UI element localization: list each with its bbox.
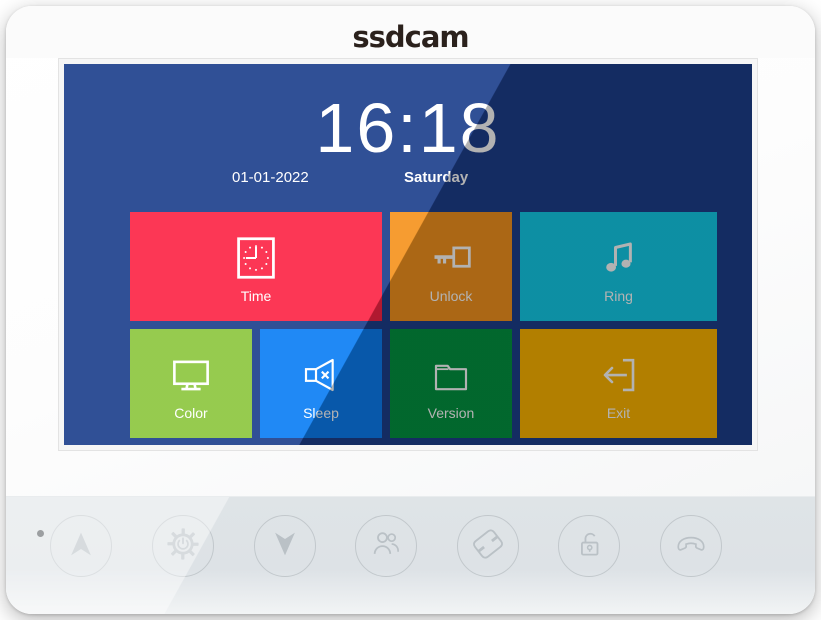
control-panel	[6, 496, 815, 614]
tile-label-version: Version	[427, 404, 475, 421]
tile-exit[interactable]: Exit	[520, 329, 717, 438]
exit-arrow-icon	[598, 347, 640, 403]
tile-label-exit: Exit	[606, 404, 631, 421]
tile-label-ring: Ring	[604, 287, 633, 304]
tile-sleep[interactable]: Sleep	[260, 329, 382, 438]
phone-hangup-icon	[674, 527, 708, 566]
panel-button-contacts[interactable]	[355, 515, 417, 577]
tile-row-1: Time Unlock Ring	[64, 212, 752, 321]
clock-icon	[234, 230, 278, 286]
speaker-mute-icon	[301, 347, 341, 403]
gear-power-icon	[166, 527, 200, 566]
panel-button-menu[interactable]	[152, 515, 214, 577]
tile-label-color: Color	[174, 404, 208, 421]
brand-logo: ssdcam	[352, 20, 469, 54]
intercom-monitor-device: ssdcam 16:18 01-01-2022 Saturday Time Unl…	[6, 6, 815, 614]
key-icon	[429, 230, 473, 286]
clock-time: 16:18	[315, 89, 501, 167]
panel-button-down[interactable]	[254, 515, 316, 577]
lcd-screen-bezel: 16:18 01-01-2022 Saturday Time Unlock Ring…	[58, 58, 758, 451]
panel-button-up[interactable]	[50, 515, 112, 577]
tile-unlock[interactable]: Unlock	[390, 212, 512, 321]
tile-time[interactable]: Time	[130, 212, 382, 321]
menu-tile-grid: Time Unlock Ring Color Sleep Version Exit	[64, 212, 752, 445]
tile-version[interactable]: Version	[390, 329, 512, 438]
users-icon	[369, 527, 403, 566]
tile-color[interactable]: Color	[130, 329, 252, 438]
weekday-text: Saturday	[404, 169, 469, 186]
top-bezel: ssdcam	[6, 6, 815, 58]
music-note-icon	[598, 230, 640, 286]
monitor-icon	[170, 347, 212, 403]
lcd-screen: 16:18 01-01-2022 Saturday Time Unlock Ring…	[64, 64, 752, 445]
chevron-down-icon	[268, 527, 302, 566]
panel-button-hangup[interactable]	[660, 515, 722, 577]
panel-button-unlock[interactable]	[558, 515, 620, 577]
phone-handset-icon	[471, 527, 505, 566]
tile-label-sleep: Sleep	[303, 404, 339, 421]
panel-button-row	[6, 515, 815, 579]
tile-row-2: Color Sleep Version Exit	[64, 329, 752, 438]
padlock-open-icon	[572, 527, 606, 566]
panel-button-talk[interactable]	[457, 515, 519, 577]
tile-label-time: Time	[240, 287, 272, 304]
date-text: 01-01-2022	[232, 169, 309, 186]
folder-icon	[431, 347, 471, 403]
chevron-up-icon	[64, 527, 98, 566]
tile-ring[interactable]: Ring	[520, 212, 717, 321]
tile-label-unlock: Unlock	[429, 287, 473, 304]
